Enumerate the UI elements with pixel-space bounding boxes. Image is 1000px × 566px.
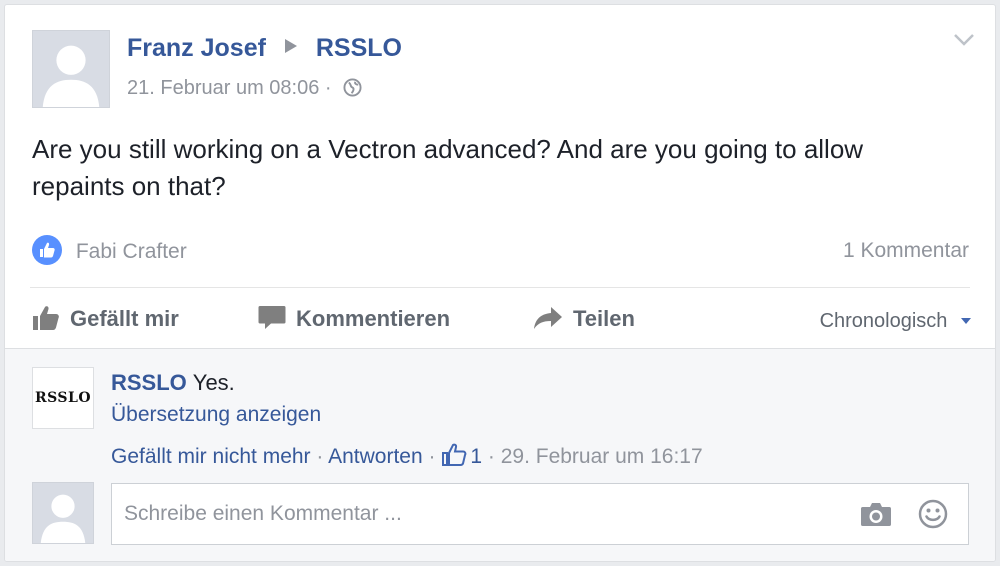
caret-down-icon: [961, 307, 971, 330]
thumbs-up-outline-icon: [441, 443, 467, 473]
translate-link[interactable]: Übersetzung anzeigen: [111, 403, 321, 427]
speech-bubble-icon: [258, 306, 286, 329]
separator: ·: [487, 445, 495, 468]
thumbs-up-icon: [33, 306, 59, 330]
liked-by-link[interactable]: Fabi Crafter: [76, 240, 187, 263]
comment-likes[interactable]: 1: [441, 443, 488, 468]
share-button[interactable]: Teilen: [533, 305, 635, 332]
default-avatar-icon: [33, 31, 109, 107]
comment-author-link[interactable]: RSSLO: [111, 370, 187, 395]
group-name-link[interactable]: RSSLO: [316, 34, 402, 62]
comment-button-label: Kommentieren: [296, 306, 451, 331]
arrow-right-icon: [284, 31, 297, 60]
comment-text: Yes.: [192, 370, 235, 395]
post-meta: 21. Februar um 08:06 ·: [127, 77, 362, 103]
comment-sort-dropdown[interactable]: Chronologisch: [820, 307, 971, 333]
comment-body: RSSLO Yes.: [111, 370, 235, 396]
like-button-label: Gefällt mir: [70, 306, 179, 331]
comment-button[interactable]: Kommentieren: [258, 305, 450, 332]
comment-author-avatar[interactable]: RSSLO: [32, 367, 94, 429]
like-button[interactable]: Gefällt mir: [32, 305, 179, 332]
globe-icon[interactable]: [343, 78, 362, 103]
separator: ·: [428, 445, 436, 468]
post-header-names: Franz Josef RSSLO: [127, 31, 402, 63]
post-text: Are you still working on a Vectron advan…: [32, 134, 864, 201]
post-card: Franz Josef RSSLO 21. Februar um 08:06 ·…: [4, 4, 996, 562]
chevron-down-icon[interactable]: [953, 33, 975, 52]
comment-count-link[interactable]: 1 Kommentar: [843, 239, 969, 263]
likes-summary: Fabi Crafter: [32, 235, 187, 265]
default-avatar-icon: [33, 483, 93, 543]
viewer-avatar: [32, 482, 94, 544]
author-name-link[interactable]: Franz Josef: [127, 34, 266, 62]
like-badge-icon: [32, 235, 62, 265]
separator: ·: [316, 445, 324, 468]
avatar-logo-text: RSSLO: [34, 390, 92, 406]
comment-composer: [111, 483, 969, 545]
post-timestamp-link[interactable]: 21. Februar um 08:06: [127, 77, 319, 99]
divider: [30, 287, 970, 288]
sort-label: Chronologisch: [819, 310, 948, 332]
comment-input[interactable]: [112, 484, 844, 544]
comment-like-count: 1: [470, 445, 483, 468]
share-button-label: Teilen: [573, 306, 635, 331]
smiley-icon[interactable]: [918, 499, 948, 534]
meta-separator: ·: [324, 77, 332, 99]
comment-actions: Gefällt mir nicht mehr · Antworten · 1 ·…: [111, 443, 703, 473]
share-arrow-icon: [534, 307, 562, 329]
comment-timestamp[interactable]: 29. Februar um 16:17: [501, 445, 703, 468]
unlike-link[interactable]: Gefällt mir nicht mehr: [111, 445, 311, 468]
camera-icon[interactable]: [860, 501, 892, 532]
reply-link[interactable]: Antworten: [328, 445, 423, 468]
author-avatar[interactable]: [32, 30, 110, 108]
